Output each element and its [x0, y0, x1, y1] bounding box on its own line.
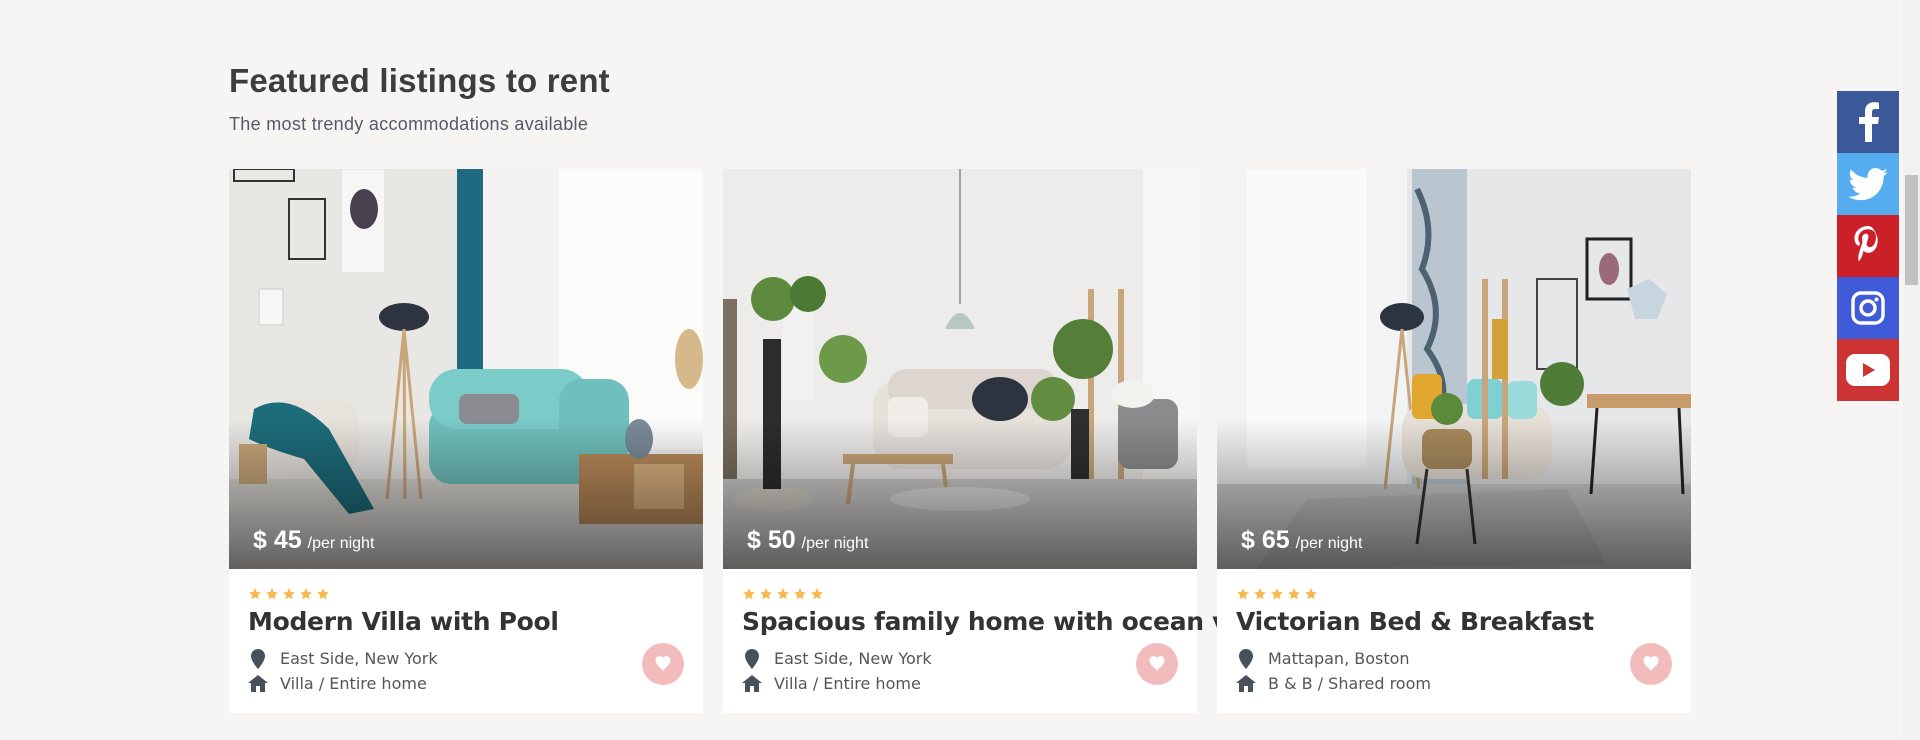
- section-subtitle: The most trendy accommodations available: [229, 114, 589, 134]
- map-marker-icon: [248, 648, 268, 669]
- rating-stars: [742, 587, 1178, 601]
- heart-icon: [655, 656, 671, 672]
- listing-title[interactable]: Victorian Bed & Breakfast: [1236, 607, 1672, 636]
- star-icon: [794, 588, 806, 600]
- social-share-bar: [1837, 91, 1899, 401]
- facebook-share-button[interactable]: [1837, 91, 1899, 153]
- listing-card[interactable]: $ 50 /per night Spacious family home wit…: [723, 169, 1276, 713]
- star-icon: [1237, 588, 1249, 600]
- favorite-button[interactable]: [642, 643, 684, 685]
- listing-details: Spacious family home with ocean view Eas…: [723, 569, 1276, 713]
- price-amount: $ 50: [747, 526, 796, 554]
- heart-icon: [1149, 656, 1165, 672]
- location-text: Mattapan, Boston: [1268, 649, 1410, 668]
- star-icon: [1271, 588, 1283, 600]
- listing-details: Modern Villa with Pool East Side, New Yo…: [229, 569, 703, 713]
- map-marker-icon: [1236, 648, 1256, 669]
- star-icon: [777, 588, 789, 600]
- star-icon: [743, 588, 755, 600]
- listing-photo[interactable]: $ 65 /per night: [1217, 169, 1691, 569]
- star-icon: [249, 588, 261, 600]
- twitter-share-button[interactable]: [1837, 153, 1899, 215]
- pinterest-share-button[interactable]: [1837, 215, 1899, 277]
- rating-stars: [248, 587, 684, 601]
- listing-photo[interactable]: $ 45 /per night: [229, 169, 703, 569]
- listing-details: Victorian Bed & Breakfast Mattapan, Bost…: [1217, 569, 1691, 713]
- listing-cards: $ 45 /per night Modern Villa with Pool E…: [229, 169, 1691, 713]
- home-icon: [1236, 674, 1256, 694]
- listing-location: East Side, New York: [742, 646, 1178, 671]
- star-icon: [317, 588, 329, 600]
- listing-card[interactable]: $ 65 /per night Victorian Bed & Breakfas…: [1217, 169, 1691, 713]
- location-text: East Side, New York: [280, 649, 438, 668]
- listing-meta: Mattapan, Boston B & B / Shared room: [1236, 646, 1672, 696]
- listing-title[interactable]: Modern Villa with Pool: [248, 607, 684, 636]
- favorite-button[interactable]: [1630, 643, 1672, 685]
- price-unit: /per night: [307, 535, 375, 552]
- price-tag: $ 50 /per night: [747, 526, 868, 555]
- listing-photo[interactable]: $ 50 /per night: [723, 169, 1197, 569]
- section-title: Featured listings to rent: [229, 62, 610, 99]
- pinterest-icon: [1854, 226, 1878, 262]
- page-scrollbar[interactable]: [1903, 0, 1920, 740]
- home-icon: [248, 674, 268, 694]
- map-marker-icon: [742, 648, 762, 669]
- listing-meta: East Side, New York Villa / Entire home: [248, 646, 684, 696]
- listing-location: Mattapan, Boston: [1236, 646, 1672, 671]
- favorite-button[interactable]: [1136, 643, 1178, 685]
- price-tag: $ 45 /per night: [253, 526, 374, 555]
- youtube-share-button[interactable]: [1837, 339, 1899, 401]
- listing-type: Villa / Entire home: [248, 671, 684, 696]
- heart-icon: [1643, 656, 1659, 672]
- instagram-share-button[interactable]: [1837, 277, 1899, 339]
- price-unit: /per night: [1295, 535, 1363, 552]
- location-text: East Side, New York: [774, 649, 932, 668]
- star-icon: [266, 588, 278, 600]
- listing-meta: East Side, New York Villa / Entire home: [742, 646, 1178, 696]
- star-icon: [300, 588, 312, 600]
- price-tag: $ 65 /per night: [1241, 526, 1362, 555]
- star-icon: [1305, 588, 1317, 600]
- type-text: Villa / Entire home: [774, 674, 921, 693]
- star-icon: [283, 588, 295, 600]
- star-icon: [1288, 588, 1300, 600]
- listing-card[interactable]: $ 45 /per night Modern Villa with Pool E…: [229, 169, 703, 713]
- type-text: B & B / Shared room: [1268, 674, 1431, 693]
- star-icon: [1254, 588, 1266, 600]
- youtube-icon: [1846, 354, 1890, 386]
- instagram-icon: [1851, 291, 1885, 325]
- listing-type: B & B / Shared room: [1236, 671, 1672, 696]
- listing-location: East Side, New York: [248, 646, 684, 671]
- star-icon: [760, 588, 772, 600]
- star-icon: [811, 588, 823, 600]
- rating-stars: [1236, 587, 1672, 601]
- scrollbar-thumb[interactable]: [1905, 175, 1918, 285]
- listing-type: Villa / Entire home: [742, 671, 1178, 696]
- home-icon: [742, 674, 762, 694]
- listing-title[interactable]: Spacious family home with ocean view: [742, 607, 1276, 636]
- twitter-icon: [1848, 167, 1888, 200]
- price-unit: /per night: [801, 535, 869, 552]
- price-amount: $ 65: [1241, 526, 1290, 554]
- price-amount: $ 45: [253, 526, 302, 554]
- facebook-icon: [1859, 102, 1879, 142]
- type-text: Villa / Entire home: [280, 674, 427, 693]
